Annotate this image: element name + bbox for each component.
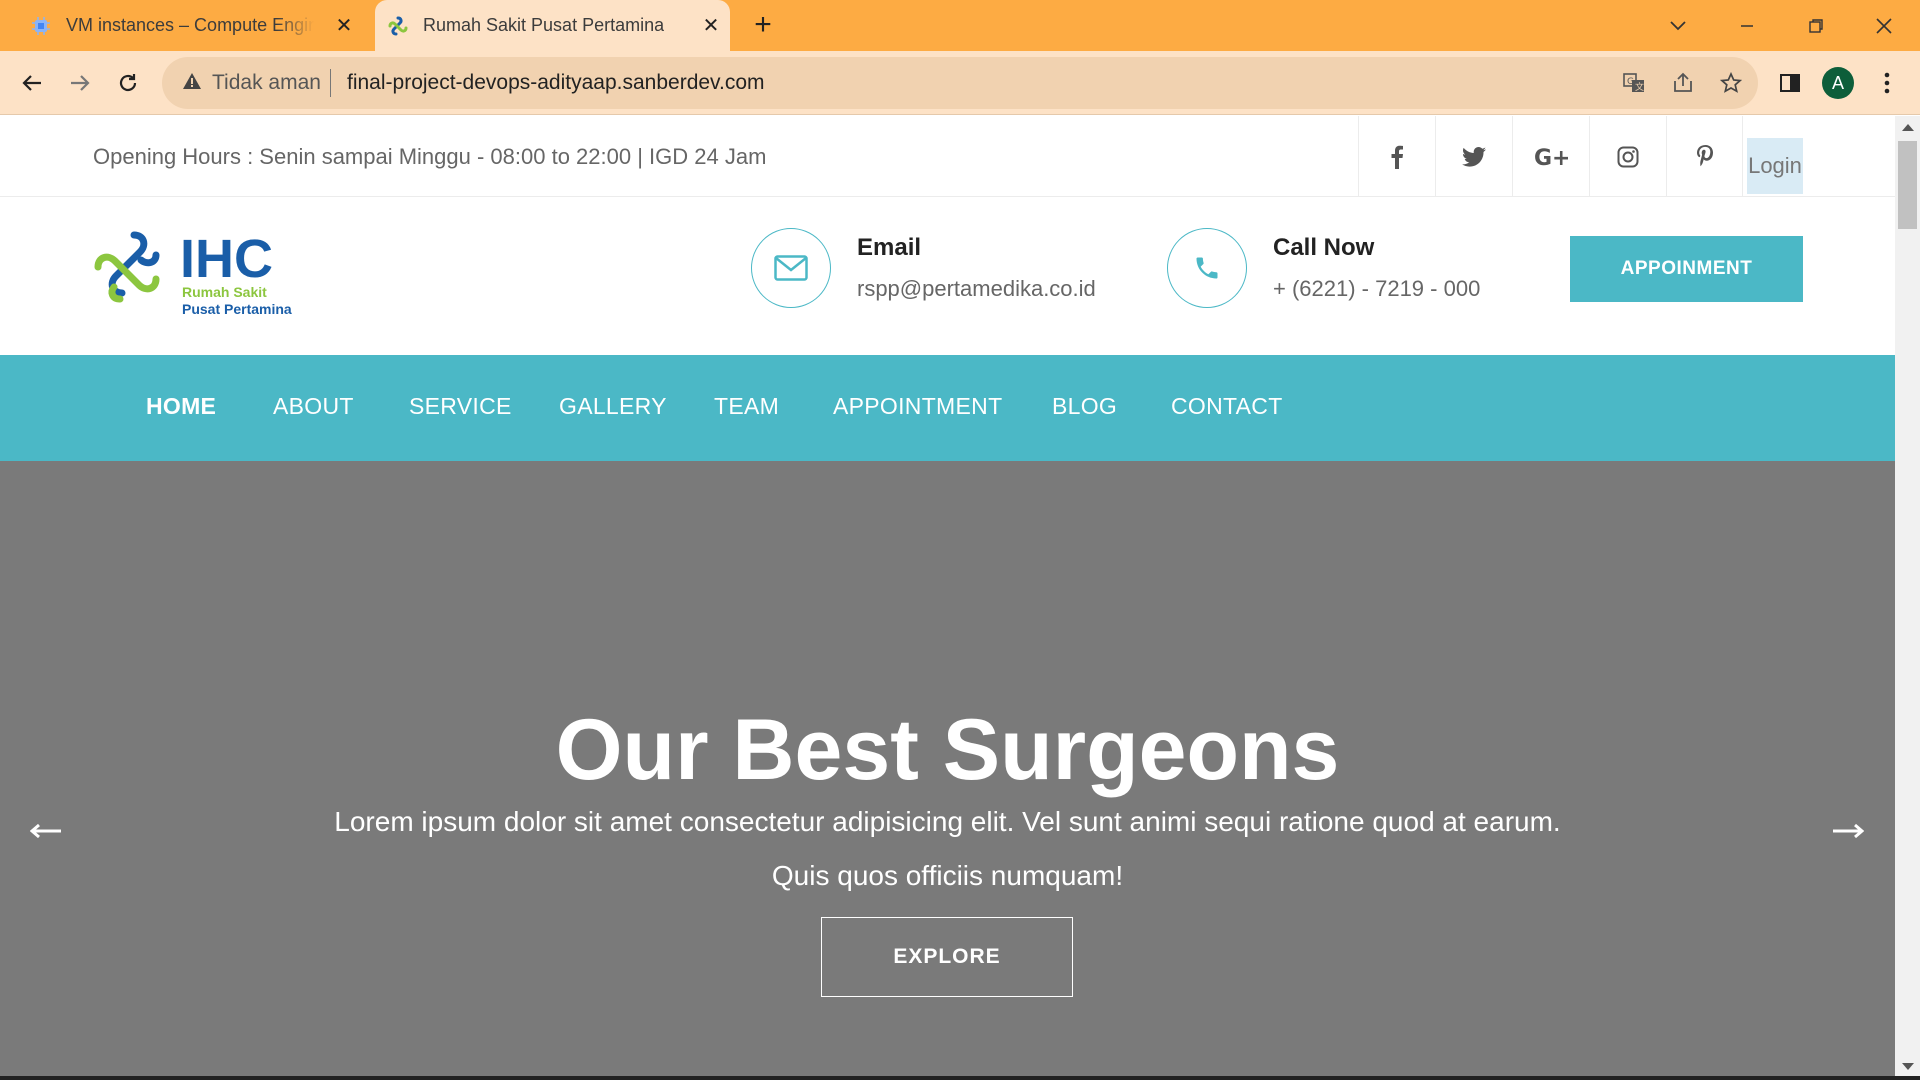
explore-button[interactable]: EXPLORE bbox=[821, 917, 1073, 997]
email-title: Email bbox=[857, 234, 922, 261]
hero-title: Our Best Surgeons bbox=[555, 702, 1340, 798]
nav-item-service[interactable]: SERVICE bbox=[409, 393, 512, 420]
facebook-icon[interactable] bbox=[1358, 116, 1435, 197]
minimize-icon[interactable] bbox=[1729, 8, 1765, 44]
login-link[interactable]: Login bbox=[1747, 138, 1803, 194]
nav-item-about[interactable]: ABOUT bbox=[273, 393, 354, 420]
site-header: IHC Rumah Sakit Pusat Pertamina Email rs… bbox=[0, 197, 1895, 355]
security-label[interactable]: Tidak aman bbox=[212, 71, 321, 95]
top-info-bar: Opening Hours : Senin sampai Minggu - 08… bbox=[0, 116, 1895, 197]
close-window-icon[interactable] bbox=[1866, 8, 1902, 44]
more-menu-icon[interactable] bbox=[1869, 65, 1905, 101]
phone-icon bbox=[1167, 228, 1247, 308]
side-panel-icon[interactable] bbox=[1772, 65, 1808, 101]
ihc-favicon bbox=[387, 15, 409, 37]
window-bottom-edge bbox=[0, 1076, 1920, 1080]
bookmark-star-icon[interactable] bbox=[1718, 70, 1744, 96]
tab-vm-instances[interactable]: VM instances – Compute Engine ✕ bbox=[18, 0, 363, 51]
nav-item-appointment[interactable]: APPOINTMENT bbox=[833, 393, 1002, 420]
hero-subtitle: Lorem ipsum dolor sit amet consectetur a… bbox=[300, 795, 1595, 903]
hero-subtitle-line1: Lorem ipsum dolor sit amet consectetur a… bbox=[334, 806, 1561, 837]
translate-icon[interactable]: G文 bbox=[1621, 70, 1647, 96]
warning-icon[interactable] bbox=[182, 71, 202, 96]
call-title: Call Now bbox=[1273, 234, 1375, 261]
page-scrollbar[interactable] bbox=[1895, 116, 1920, 1076]
hero-subtitle-line2: Quis quos officiis numquam! bbox=[771, 860, 1124, 891]
close-tab-icon[interactable]: ✕ bbox=[333, 14, 355, 37]
scrollbar-thumb[interactable] bbox=[1898, 141, 1917, 229]
svg-text:文: 文 bbox=[1635, 81, 1644, 93]
hero-slider: Our Best Surgeons Lorem ipsum dolor sit … bbox=[0, 461, 1895, 1076]
share-icon[interactable] bbox=[1670, 70, 1696, 96]
url-text[interactable]: final-project-devops-adityaap.sanberdev.… bbox=[347, 71, 765, 95]
restore-icon[interactable] bbox=[1798, 8, 1834, 44]
scroll-down-icon[interactable] bbox=[1902, 1063, 1914, 1070]
logo-line2: Pusat Pertamina bbox=[182, 301, 292, 317]
nav-item-blog[interactable]: BLOG bbox=[1052, 393, 1117, 420]
call-value[interactable]: + (6221) - 7219 - 000 bbox=[1273, 276, 1480, 302]
tab-title: VM instances – Compute Engine bbox=[66, 15, 314, 35]
tab-title: Rumah Sakit Pusat Pertamina bbox=[423, 15, 665, 35]
opening-hours: Opening Hours : Senin sampai Minggu - 08… bbox=[93, 144, 767, 169]
next-slide-arrow-icon[interactable] bbox=[1828, 816, 1868, 846]
instagram-icon[interactable] bbox=[1589, 116, 1666, 197]
logo-brand: IHC bbox=[180, 229, 273, 289]
web-page: Opening Hours : Senin sampai Minggu - 08… bbox=[0, 116, 1895, 1076]
back-icon[interactable] bbox=[14, 65, 50, 101]
nav-item-gallery[interactable]: GALLERY bbox=[559, 393, 667, 420]
svg-text:G+: G+ bbox=[1534, 146, 1568, 168]
browser-tab-strip: VM instances – Compute Engine ✕ Rumah Sa… bbox=[0, 0, 1920, 51]
nav-item-home[interactable]: HOME bbox=[146, 393, 216, 420]
prev-slide-arrow-icon[interactable] bbox=[26, 816, 66, 846]
new-tab-button[interactable]: + bbox=[748, 10, 778, 41]
logo-line1: Rumah Sakit bbox=[182, 284, 267, 300]
tab-search-icon[interactable] bbox=[1660, 8, 1696, 44]
appointment-button[interactable]: APPOINMENT bbox=[1570, 236, 1803, 302]
email-icon bbox=[751, 228, 831, 308]
browser-toolbar: Tidak aman final-project-devops-adityaap… bbox=[0, 51, 1920, 115]
reload-icon[interactable] bbox=[110, 65, 146, 101]
tab-rumah-sakit[interactable]: Rumah Sakit Pusat Pertamina ✕ bbox=[375, 0, 730, 51]
forward-icon[interactable] bbox=[62, 65, 98, 101]
nav-item-team[interactable]: TEAM bbox=[714, 393, 779, 420]
twitter-icon[interactable] bbox=[1435, 116, 1512, 197]
pinterest-icon[interactable] bbox=[1666, 116, 1743, 197]
compute-engine-icon bbox=[30, 15, 52, 37]
logo-mark bbox=[94, 231, 160, 303]
email-value[interactable]: rspp@pertamedika.co.id bbox=[857, 276, 1096, 302]
google-plus-icon[interactable]: G+ bbox=[1512, 116, 1589, 197]
ihc-logo[interactable]: IHC Rumah Sakit Pusat Pertamina bbox=[94, 229, 310, 319]
address-bar[interactable]: Tidak aman final-project-devops-adityaap… bbox=[162, 57, 1758, 109]
nav-item-contact[interactable]: CONTACT bbox=[1171, 393, 1283, 420]
address-separator bbox=[330, 69, 331, 97]
scroll-up-icon[interactable] bbox=[1902, 124, 1914, 131]
profile-avatar[interactable]: A bbox=[1822, 67, 1854, 99]
main-navigation: HOME ABOUT SERVICE GALLERY TEAM APPOINTM… bbox=[0, 355, 1895, 461]
close-tab-icon[interactable]: ✕ bbox=[700, 14, 722, 37]
